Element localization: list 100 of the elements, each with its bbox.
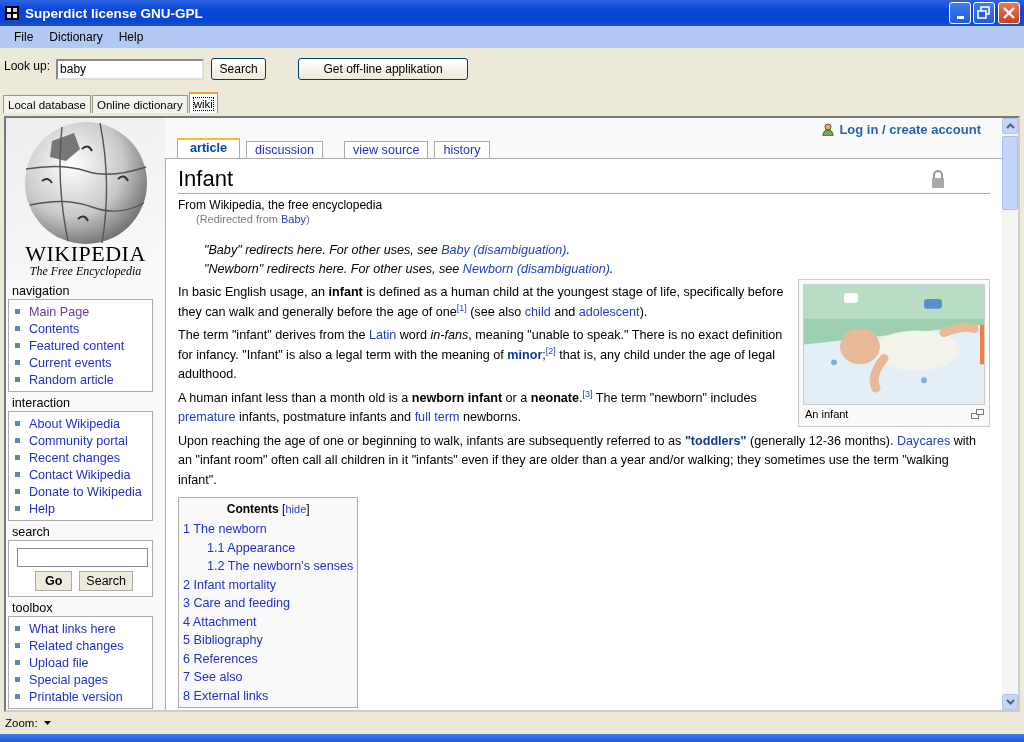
link[interactable]: full term (414, 410, 460, 424)
toc-link[interactable]: 5 Bibliography (183, 631, 354, 650)
toc-link[interactable]: 3 Care and feeding (183, 594, 354, 613)
logo-tagline: The Free Encyclopedia (29, 265, 142, 278)
link[interactable]: child (524, 304, 551, 319)
sidebar-link[interactable]: Upload file (29, 655, 89, 670)
menu-item[interactable]: Help (110, 30, 152, 44)
page-tab[interactable]: view source (343, 141, 429, 158)
bullet-icon (15, 506, 20, 511)
toc-link[interactable]: 2 Infant mortality (183, 575, 354, 594)
bullet-icon (15, 343, 20, 348)
login-link[interactable]: Log in / create account (839, 121, 981, 137)
sidebar-link[interactable]: Main Page (29, 304, 90, 319)
page-tab[interactable]: discussion (246, 141, 323, 158)
toc-link[interactable]: 6 References (183, 649, 354, 668)
bullet-icon (15, 643, 20, 648)
sidebar-link[interactable]: Contents (29, 321, 80, 336)
link[interactable]: Latin (368, 328, 397, 342)
search-action-button[interactable]: Go (35, 571, 73, 591)
bullet-icon (15, 660, 20, 665)
sidebar-link[interactable]: Printable version (29, 689, 123, 704)
link[interactable]: minor (507, 347, 543, 362)
search-action-button[interactable]: Search (79, 571, 133, 591)
toc-link[interactable]: 1.2 The newborn's senses (183, 557, 354, 576)
bullet-icon (15, 438, 20, 443)
app-icon (4, 5, 20, 21)
bullet-icon (15, 377, 20, 382)
restore-button[interactable] (973, 2, 995, 24)
toc-link[interactable]: 7 See also (183, 668, 354, 687)
portlet-heading: search (11, 524, 51, 540)
sidebar-link[interactable]: Recent changes (29, 450, 121, 465)
article-tagline: From Wikipedia, the free encyclopedia (178, 198, 384, 212)
caret-icon (43, 721, 51, 725)
page-tab[interactable]: article (177, 138, 241, 158)
bullet-icon (15, 309, 20, 314)
link[interactable]: adolescent (578, 304, 640, 319)
bullet-icon (15, 677, 20, 682)
tab[interactable]: Online dictionary (92, 95, 188, 113)
minimize-icon (956, 16, 964, 19)
search-button[interactable]: Search (211, 58, 267, 80)
reference-link[interactable]: [3] (582, 388, 593, 399)
sidebar-link[interactable]: About Wikipedia (29, 416, 120, 431)
minimize-button[interactable] (949, 2, 971, 24)
lookup-field[interactable]: baby (56, 58, 205, 80)
figure-caption: An infant (805, 408, 849, 420)
bullet-icon (15, 455, 20, 460)
bullet-icon (15, 694, 20, 699)
bullet-icon (15, 360, 20, 365)
menu-item[interactable]: Dictionary (41, 30, 111, 44)
redirect-note: (Redirected from Baby) (195, 213, 311, 225)
page-tab[interactable]: history (434, 141, 490, 158)
toc-heading: Contents [hide] (225, 502, 311, 516)
tab[interactable]: Local database (3, 95, 91, 113)
toc-link[interactable]: 1.1 Appearance (183, 538, 354, 557)
toc-link[interactable]: 1 The newborn (183, 520, 354, 539)
toc-link[interactable]: 4 Attachment (183, 612, 354, 631)
sidebar-link[interactable]: Help (29, 501, 55, 516)
user-icon (822, 122, 835, 136)
sidebar-link[interactable]: What links here (29, 621, 116, 636)
paragraph: The term "infant" derives from the Latin word in-fans, meaning "unable to speak." There is no exact definition for infancy. "Infant" is also a legal term with the meaning of minor;$^{[2]}$ that is, any child under the age of legal adulthood. (178, 327, 784, 383)
paragraph: Upon reaching the age of one or beginning to walk, infants are subsequently referred to as "toddlers" (generally 12-36 months). Daycares with an "infant room" often call all children in it "infants" even if they are older than a year and/or walking; they sometimes use the term "walking infant". (178, 432, 978, 489)
paragraph: In basic English usage, an infant is defined as a human child at the youngest stage of life, specifically before they can walk and generally before the age of one$^{[1]}$ (see also child and adolescent). (178, 284, 784, 321)
menu-item[interactable]: File (6, 30, 42, 44)
logo-wordmark: WIKIPEDIA (25, 243, 146, 265)
sidebar-link[interactable]: Community portal (29, 433, 128, 448)
link[interactable]: hide (285, 503, 307, 515)
link[interactable]: "toddlers" (684, 433, 747, 448)
window-title: Superdict license GNU-GPL (25, 5, 203, 21)
scroll-thumb[interactable] (1002, 136, 1018, 210)
sidebar-link[interactable]: Special pages (29, 672, 109, 687)
scroll-up-button[interactable] (1002, 118, 1018, 134)
search-field[interactable] (17, 548, 148, 567)
sidebar-link[interactable]: Random article (29, 372, 114, 387)
portlet-heading: toolbox (11, 600, 54, 616)
sidebar-link[interactable]: Donate to Wikipedia (29, 484, 142, 499)
portlet-heading: interaction (11, 395, 72, 411)
hatnote: "Baby" redirects here. For other uses, see Baby (disambiguation). (204, 242, 571, 259)
sidebar-link[interactable]: Featured content (29, 338, 125, 353)
sidebar-link[interactable]: Related changes (29, 638, 124, 653)
paragraph: A human infant less than a month old is a newborn infant or a neonate.$^{[3]}$ The term "newborn" includes premature infants, postmature infants and full term newborns. (178, 388, 758, 426)
reference-link[interactable]: [1] (456, 302, 467, 313)
close-button[interactable] (998, 2, 1020, 24)
scroll-down-button[interactable] (1002, 694, 1018, 710)
bullet-icon (15, 626, 20, 631)
bullet-icon (15, 489, 20, 494)
link[interactable]: Daycares (897, 433, 951, 448)
tab[interactable]: wiki (188, 92, 218, 113)
reference-link[interactable]: [2] (545, 345, 556, 356)
article-title: Infant (178, 165, 234, 193)
link[interactable]: premature (178, 410, 236, 424)
link[interactable]: Newborn (disambiguation) (462, 262, 610, 276)
padlock-icon (931, 170, 945, 188)
sidebar-link[interactable]: Current events (29, 355, 112, 370)
offline-button[interactable]: Get off-line applikation (298, 58, 469, 80)
bullet-icon (15, 472, 20, 477)
toc-link[interactable]: 8 External links (183, 686, 354, 705)
hatnote: "Newborn" redirects here. For other uses, see Newborn (disambiguation). (204, 261, 615, 278)
zoom-label: Zoom: (5, 717, 38, 729)
enlarge-icon (971, 409, 984, 419)
sidebar-link[interactable]: Contact Wikipedia (29, 467, 131, 482)
